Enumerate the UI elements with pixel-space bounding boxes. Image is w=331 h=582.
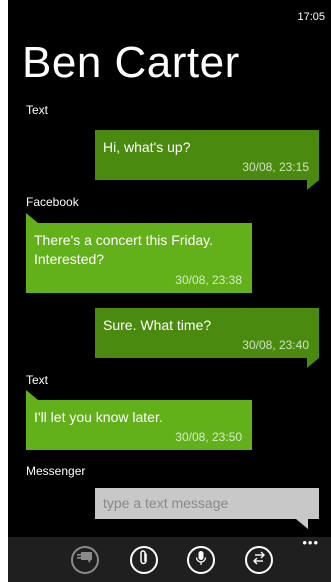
message-text-line: Interested? — [34, 251, 105, 267]
message-compose-input[interactable]: type a text message — [95, 488, 319, 519]
chat-switch-icon — [77, 551, 93, 570]
message-bubble-sent[interactable]: Sure. What time? 30/08, 23:40 — [95, 308, 319, 358]
switch-conversation-button[interactable] — [71, 546, 99, 574]
compose-tail — [296, 519, 308, 529]
microphone-icon — [195, 550, 207, 571]
message-timestamp: 30/08, 23:50 — [175, 430, 242, 444]
message-bubble-received[interactable]: There's a concert this Friday. Intereste… — [26, 223, 252, 293]
section-label-text: Text — [26, 373, 49, 387]
section-label-text: Text — [26, 103, 49, 117]
more-options-button[interactable]: ••• — [302, 536, 319, 549]
message-text: Sure. What time? — [103, 317, 212, 333]
message-text: Hi, what's up? — [103, 139, 191, 155]
message-text: I'll let you know later. — [34, 409, 163, 425]
section-label-facebook: Facebook — [26, 195, 79, 209]
section-label-messenger: Messenger — [26, 464, 86, 478]
bubble-tail — [307, 180, 319, 190]
message-text-line: There's a concert this Friday. — [34, 232, 214, 248]
message-bubble-received[interactable]: I'll let you know later. 30/08, 23:50 — [26, 400, 252, 450]
message-timestamp: 30/08, 23:38 — [175, 273, 242, 287]
message-timestamp: 30/08, 23:15 — [242, 160, 309, 174]
messaging-screen: 17:05 Ben Carter Text Hi, what's up? 30/… — [8, 0, 331, 582]
voice-button[interactable] — [187, 546, 215, 574]
message-timestamp: 30/08, 23:40 — [242, 338, 309, 352]
bubble-tail — [26, 213, 38, 223]
contact-name: Ben Carter — [22, 38, 240, 87]
switch-service-button[interactable] — [245, 546, 273, 574]
bubble-tail — [26, 390, 38, 400]
app-bar: ••• — [8, 536, 331, 582]
swap-arrows-icon — [252, 551, 266, 570]
attach-button[interactable] — [130, 546, 158, 574]
paperclip-icon — [138, 549, 150, 571]
message-bubble-sent[interactable]: Hi, what's up? 30/08, 23:15 — [95, 130, 319, 180]
bubble-tail — [307, 358, 319, 368]
status-time: 17:05 — [297, 11, 325, 23]
message-text: There's a concert this Friday. Intereste… — [26, 223, 252, 269]
